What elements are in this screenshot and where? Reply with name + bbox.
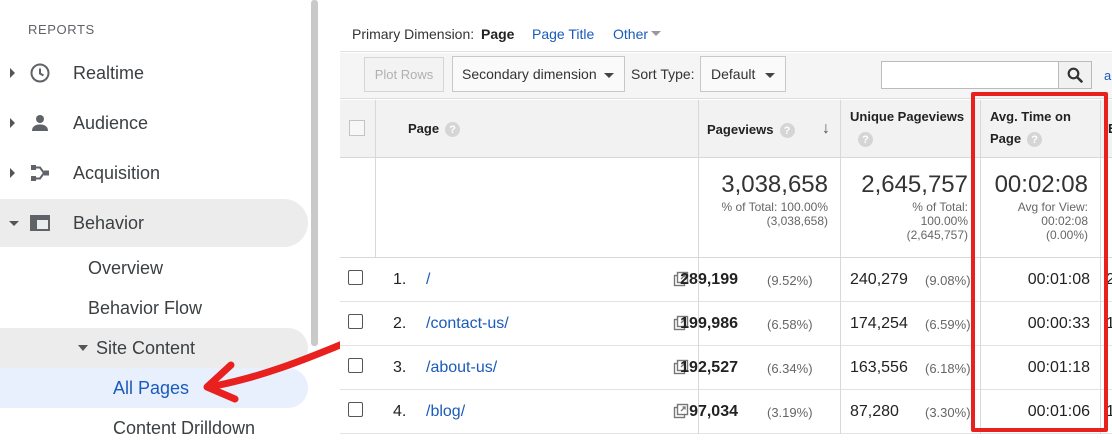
caret-right-icon [10, 118, 15, 128]
sidebar: REPORTS Realtime Audience Acquisition Be… [0, 0, 349, 442]
behavior-icon [29, 212, 51, 234]
row-unique-pct: (6.59%) [925, 317, 971, 332]
sidebar-subitem-site-content[interactable]: Site Content [96, 338, 195, 359]
help-icon[interactable]: ? [858, 132, 873, 148]
sort-type-label: Sort Type: [631, 66, 695, 82]
row-pageviews-pct: (9.52%) [767, 273, 813, 288]
row-number: 3. [393, 359, 407, 376]
sidebar-item-audience[interactable]: Audience [0, 99, 308, 147]
help-icon[interactable]: ? [445, 122, 461, 138]
row-number: 2. [393, 315, 407, 332]
sidebar-scrollbar[interactable] [311, 0, 318, 346]
table-search-input[interactable] [881, 61, 1059, 89]
sidebar-item-label: Realtime [73, 62, 145, 83]
chevron-down-icon [651, 31, 661, 36]
row-page-link[interactable]: /contact-us/ [426, 315, 509, 333]
total-unique-count: (2,645,757) [906, 228, 968, 242]
column-header-pageviews[interactable]: Pageviews? [707, 119, 795, 141]
row-unique-pct: (3.30%) [925, 405, 971, 420]
plot-rows-button[interactable]: Plot Rows [364, 57, 444, 92]
row-pageviews-pct: (3.19%) [767, 405, 813, 420]
primary-dimension-bar: Primary Dimension: Page Page Title Other [340, 0, 1112, 52]
caret-down-icon [78, 345, 88, 351]
total-pageviews-share: % of Total: 100.00% [721, 200, 828, 214]
sort-descending-icon[interactable]: ↓ [822, 120, 830, 138]
column-header-extra[interactable]: E [1108, 118, 1112, 140]
total-unique-pageviews: 2,645,757 [861, 171, 968, 198]
select-all-checkbox[interactable] [349, 120, 365, 136]
row-checkbox[interactable] [348, 402, 363, 417]
sidebar-item-label: Behavior [73, 212, 145, 233]
primary-dimension-label: Primary Dimension: [352, 26, 475, 42]
sidebar-subitem-overview[interactable]: Overview [88, 258, 163, 279]
row-unique-pct: (9.08%) [925, 273, 971, 288]
sidebar-item-behavior[interactable]: Behavior [0, 199, 308, 247]
sidebar-item-realtime[interactable]: Realtime [0, 49, 308, 97]
advanced-link[interactable]: a [1104, 68, 1111, 83]
open-link-icon[interactable] [673, 403, 689, 419]
row-unique-pageviews: 240,279 [850, 271, 908, 288]
person-icon [29, 112, 51, 134]
total-unique-share-label: % of Total: [912, 200, 968, 214]
search-button[interactable] [1058, 61, 1092, 89]
sidebar-subitem-behavior-flow[interactable]: Behavior Flow [88, 298, 202, 319]
row-number: 4. [393, 403, 407, 420]
row-unique-pageviews: 87,280 [850, 403, 899, 420]
sidebar-item-label: Acquisition [73, 162, 161, 183]
row-checkbox[interactable] [348, 314, 363, 329]
sidebar-item-label: Audience [73, 112, 149, 133]
total-pageviews: 3,038,658 [721, 171, 828, 198]
annotation-highlight-box [971, 92, 1108, 432]
row-unique-pageviews: 163,556 [850, 359, 908, 376]
row-pageviews-pct: (6.34%) [767, 361, 813, 376]
sort-type-value: Default [711, 66, 756, 82]
row-page-link[interactable]: /blog/ [426, 403, 465, 421]
row-pageviews: 289,199 [680, 271, 738, 288]
acquisition-icon [29, 162, 51, 184]
secondary-dimension-dropdown[interactable]: Secondary dimension [452, 56, 625, 92]
dimension-page-title[interactable]: Page Title [532, 26, 594, 42]
row-page-link[interactable]: / [426, 271, 430, 289]
clock-icon [29, 62, 51, 84]
row-unique-pct: (6.18%) [925, 361, 971, 376]
annotation-arrow [203, 339, 349, 403]
row-pageviews: 192,527 [680, 359, 738, 376]
row-unique-pageviews: 174,254 [850, 315, 908, 332]
chevron-down-icon [604, 73, 614, 78]
row-number: 1. [393, 271, 407, 288]
sort-type-dropdown[interactable]: Default [700, 56, 786, 92]
caret-right-icon [10, 68, 15, 78]
row-page-link[interactable]: /about-us/ [426, 359, 497, 377]
dimension-other[interactable]: Other [613, 26, 648, 42]
caret-right-icon [10, 168, 15, 178]
sidebar-item-acquisition[interactable]: Acquisition [0, 149, 308, 197]
help-icon[interactable]: ? [779, 123, 795, 139]
caret-down-icon [9, 221, 19, 226]
column-header-page[interactable]: Page? [408, 118, 461, 140]
row-checkbox[interactable] [348, 358, 363, 373]
secondary-dimension-label: Secondary dimension [462, 66, 597, 82]
row-checkbox[interactable] [348, 270, 363, 285]
total-unique-share: 100.00% [920, 214, 968, 228]
row-pageviews: 199,986 [680, 315, 738, 332]
sidebar-subitem-content-drilldown[interactable]: Content Drilldown [113, 418, 255, 439]
column-header-unique-pageviews[interactable]: Unique Pageviews? [850, 106, 970, 150]
chevron-down-icon [765, 73, 775, 78]
sidebar-subitem-all-pages[interactable]: All Pages [113, 378, 189, 399]
row-pageviews-pct: (6.58%) [767, 317, 813, 332]
dimension-page[interactable]: Page [481, 26, 514, 42]
total-pageviews-count: (3,038,658) [766, 214, 828, 228]
search-icon [1067, 67, 1083, 83]
row-pageviews: 97,034 [689, 403, 738, 420]
reports-heading: REPORTS [28, 22, 95, 37]
